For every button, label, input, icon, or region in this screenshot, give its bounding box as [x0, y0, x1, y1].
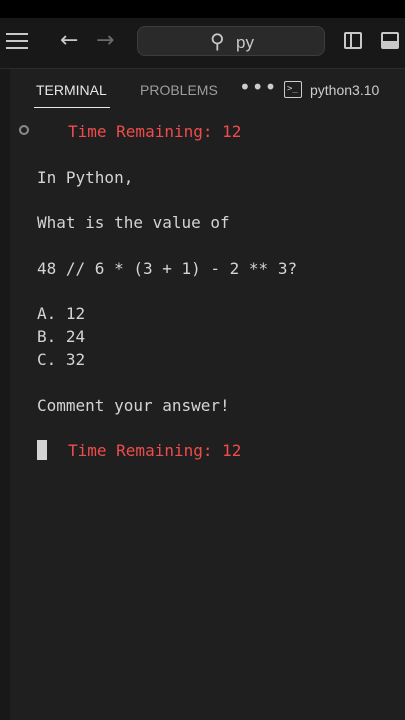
title-bar: ← → ⚲ py	[0, 18, 405, 69]
command-decoration-icon[interactable]	[19, 125, 29, 135]
search-icon: ⚲	[210, 31, 225, 53]
back-arrow-icon[interactable]: ←	[60, 28, 78, 53]
activity-gutter	[0, 110, 10, 720]
search-query: py	[236, 33, 254, 52]
tab-problems[interactable]: PROBLEMS	[140, 82, 218, 98]
terminal-icon[interactable]: >_	[284, 81, 302, 98]
status-strip	[0, 0, 405, 18]
terminal-line: Comment your answer!	[37, 396, 230, 415]
active-tab-indicator	[34, 107, 110, 108]
toggle-panel-icon[interactable]	[381, 32, 399, 49]
terminal-output[interactable]: Time Remaining: 12 In Python, What is th…	[10, 110, 405, 720]
command-center-search[interactable]: ⚲ py	[137, 26, 325, 56]
timer-top: Time Remaining: 12	[68, 122, 242, 141]
answer-option: B. 24	[37, 327, 86, 346]
terminal-line: 48 // 6 * (3 + 1) - 2 ** 3?	[37, 259, 298, 278]
ellipsis-icon[interactable]: •••	[239, 75, 277, 99]
panel-tabs: TERMINAL PROBLEMS ••• >_ python3.10 -	[0, 69, 405, 110]
terminal-line: What is the value of	[37, 213, 230, 232]
tab-terminal[interactable]: TERMINAL	[36, 82, 107, 98]
vscode-window: ← → ⚲ py TERMINAL PROBLEMS ••• >_ python…	[0, 0, 405, 720]
answer-option: C. 32	[37, 350, 86, 369]
answer-option: A. 12	[37, 304, 86, 323]
terminal-profile-label[interactable]: python3.10	[310, 82, 379, 98]
toggle-sidebar-icon[interactable]	[344, 32, 362, 49]
terminal-line: In Python,	[37, 168, 134, 187]
menu-icon[interactable]	[6, 30, 30, 52]
forward-arrow-icon[interactable]: →	[96, 28, 114, 53]
terminal-cursor	[37, 440, 47, 460]
timer-bottom: Time Remaining: 12	[68, 441, 242, 460]
